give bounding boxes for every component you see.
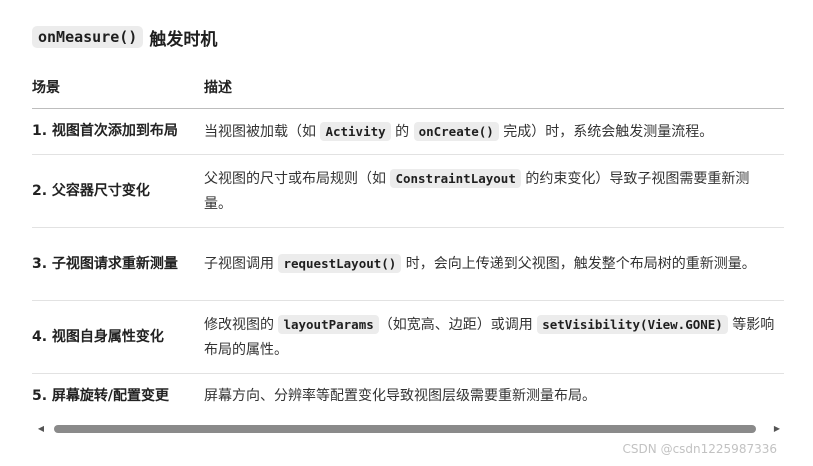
heading-code: onMeasure() bbox=[32, 26, 144, 48]
row-scene: 1. 视图首次添加到布局 bbox=[32, 108, 204, 155]
desc-text: 当视图被加载（如 bbox=[204, 123, 321, 140]
desc-text: 父视图的尺寸或布局规则（如 bbox=[204, 170, 391, 187]
row-description: 修改视图的 layoutParams （如宽高、边距）或调用 setVisibil… bbox=[204, 300, 784, 374]
desc-text: 修改视图的 bbox=[204, 316, 279, 333]
table-row: 2. 父容器尺寸变化 父视图的尺寸或布局规则（如 ConstraintLayou… bbox=[32, 154, 784, 228]
row-scene: 3. 子视图请求重新测量 bbox=[32, 227, 204, 301]
desc-text: 时，会向上传递到父视图，触发整个布局树的重新测量。 bbox=[401, 256, 756, 272]
row-description: 屏幕方向、分辨率等配置变化导致视图层级需要重新测量布局。 bbox=[204, 374, 784, 420]
watermark: CSDN @csdn1225987336 bbox=[622, 442, 777, 456]
scroll-left-arrow-icon[interactable]: ◀ bbox=[34, 422, 48, 436]
desc-text: 的 bbox=[390, 123, 414, 140]
table-header-row: 场景 描述 bbox=[32, 66, 784, 109]
row-scene: 5. 屏幕旋转/配置变更 bbox=[32, 388, 170, 404]
heading-text: 触发时机 bbox=[149, 29, 218, 50]
table-row: 1. 视图首次添加到布局 当视图被加载（如 Activity 的 onCreat… bbox=[32, 108, 784, 155]
row-description: 当视图被加载（如 Activity 的 onCreate() 完成）时，系统会触… bbox=[204, 108, 784, 155]
trigger-table: 场景 描述 1. 视图首次添加到布局 当视图被加载（如 Activity 的 o… bbox=[32, 66, 784, 419]
inline-code: onCreate() bbox=[413, 121, 499, 141]
row-description: 子视图调用 requestLayout() 时，会向上传递到父视图，触发整个布局… bbox=[204, 227, 784, 301]
header-scene: 场景 bbox=[32, 66, 204, 109]
scroll-right-arrow-icon[interactable]: ▶ bbox=[770, 422, 784, 436]
desc-text: 完成）时，系统会触发测量流程。 bbox=[498, 123, 714, 140]
horizontal-scrollbar[interactable]: ◀ ▶ bbox=[34, 422, 784, 436]
inline-code: setVisibility(View.GONE) bbox=[537, 314, 728, 334]
table-row: 3. 子视图请求重新测量 子视图调用 requestLayout() 时，会向上… bbox=[32, 227, 784, 301]
section-heading: onMeasure() 触发时机 bbox=[32, 24, 217, 50]
inline-code: layoutParams bbox=[278, 314, 379, 334]
inline-code: ConstraintLayout bbox=[390, 168, 521, 188]
header-description: 描述 bbox=[204, 66, 784, 109]
row-scene: 2. 父容器尺寸变化 bbox=[32, 154, 204, 228]
row-description: 父视图的尺寸或布局规则（如 ConstraintLayout 的约束变化）导致子… bbox=[204, 154, 784, 228]
table-row: 4. 视图自身属性变化 修改视图的 layoutParams （如宽高、边距）或调… bbox=[32, 300, 784, 374]
row-scene: 4. 视图自身属性变化 bbox=[32, 300, 204, 374]
scrollbar-thumb[interactable] bbox=[54, 425, 756, 433]
inline-code: requestLayout() bbox=[278, 254, 402, 273]
inline-code: Activity bbox=[320, 121, 391, 141]
desc-text: （如宽高、边距）或调用 bbox=[378, 316, 538, 333]
desc-text: 屏幕方向、分辨率等配置变化导致视图层级需要重新测量布局。 bbox=[204, 388, 596, 404]
table-row: 5. 屏幕旋转/配置变更 屏幕方向、分辨率等配置变化导致视图层级需要重新测量布局… bbox=[32, 374, 784, 420]
desc-text: 子视图调用 bbox=[204, 256, 279, 272]
